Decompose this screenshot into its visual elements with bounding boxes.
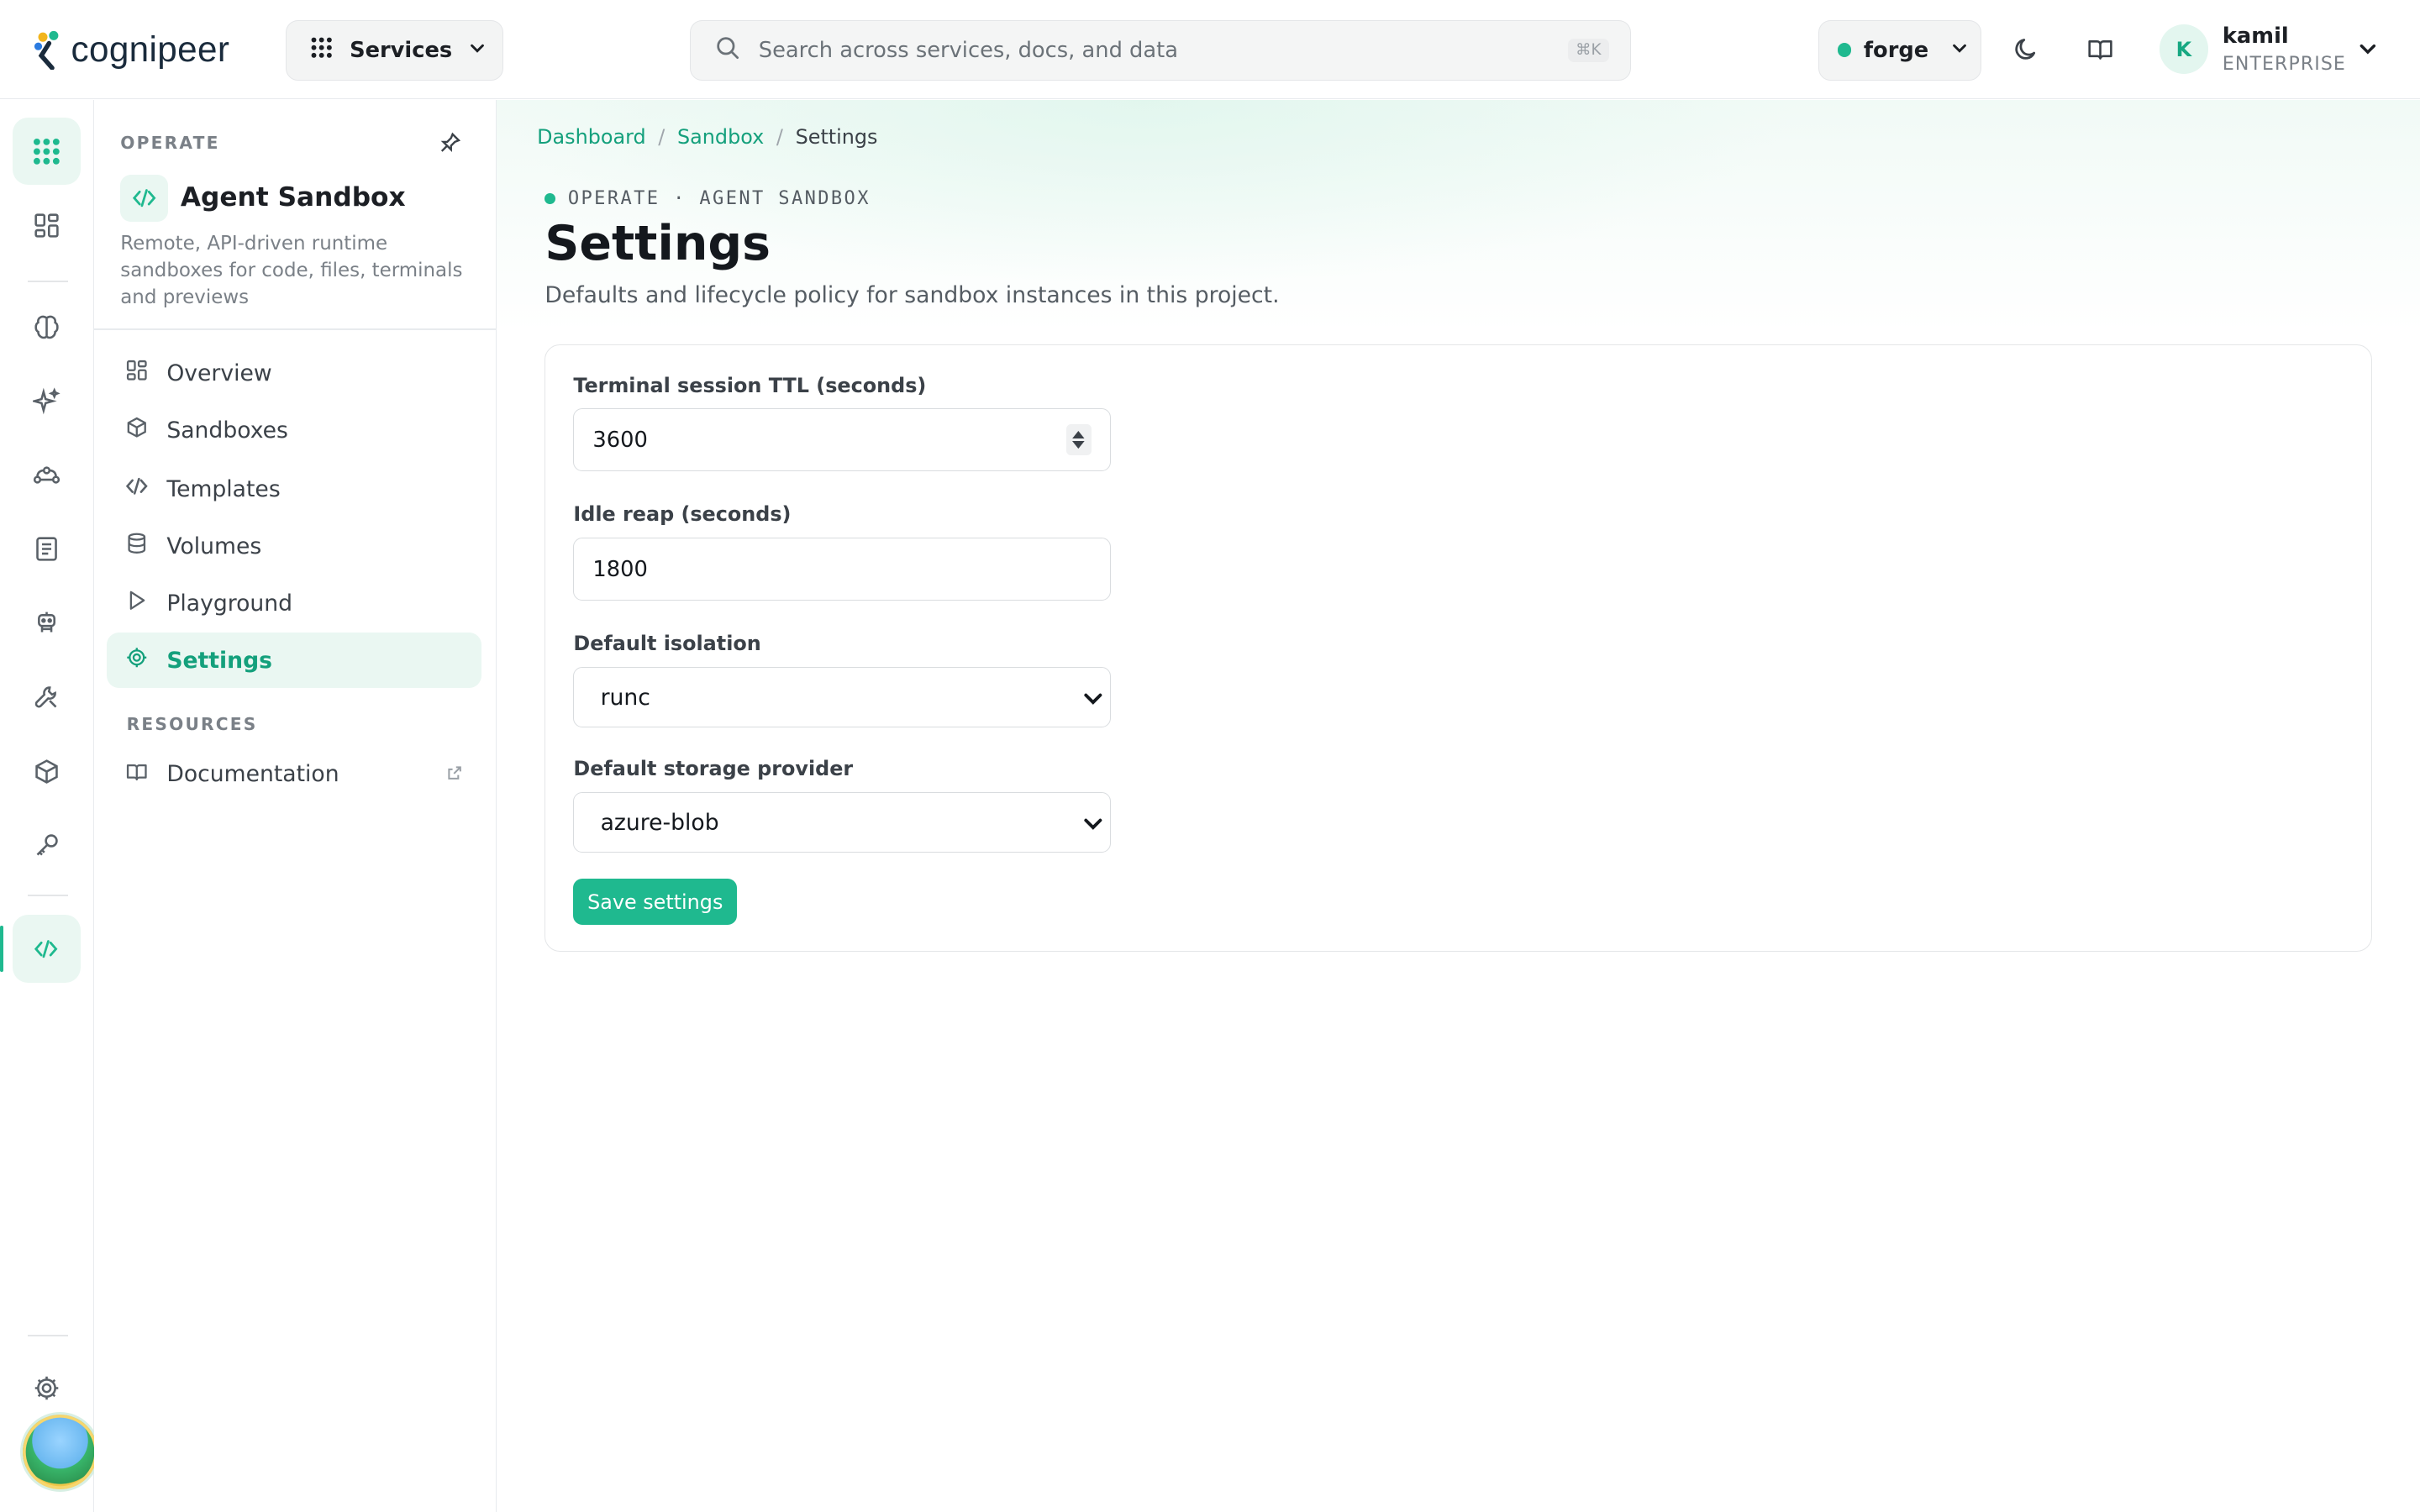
section-title: Agent Sandbox bbox=[180, 181, 406, 213]
nav-item-settings[interactable]: Settings bbox=[106, 633, 482, 689]
project-switcher[interactable]: forge bbox=[1818, 19, 1982, 81]
number-stepper-icon[interactable] bbox=[1066, 424, 1092, 455]
workspace-avatar-island-icon[interactable] bbox=[19, 1411, 101, 1493]
rail-dashboard-icon[interactable] bbox=[13, 192, 81, 260]
rail-divider bbox=[28, 281, 68, 283]
isolation-select[interactable]: runc bbox=[573, 667, 1111, 728]
rail-brain-icon[interactable] bbox=[13, 293, 81, 361]
pin-icon[interactable] bbox=[439, 131, 461, 160]
breadcrumb: Dashboard / Sandbox / Settings bbox=[537, 125, 877, 149]
rail-key-icon[interactable] bbox=[13, 811, 81, 879]
breadcrumb-current: Settings bbox=[795, 124, 878, 149]
section-sidebar: OPERATE Agent Sandbox Remote, API-driven… bbox=[94, 100, 497, 1512]
resources-label: RESOURCES bbox=[126, 714, 258, 735]
global-search[interactable]: Search across services, docs, and data ⌘… bbox=[690, 19, 1632, 81]
brand-name: cognipeer bbox=[71, 29, 230, 69]
nav-item-templates[interactable]: Templates bbox=[107, 461, 481, 517]
chevron-down-icon[interactable] bbox=[2357, 37, 2379, 66]
rail-robot-icon[interactable] bbox=[13, 590, 81, 658]
search-shortcut: ⌘K bbox=[1567, 38, 1609, 62]
search-input[interactable]: Search across services, docs, and data bbox=[759, 38, 1178, 63]
agent-sandbox-code-icon bbox=[120, 174, 169, 223]
breadcrumb-separator: / bbox=[776, 124, 783, 149]
rail-services-grid-icon[interactable] bbox=[12, 117, 81, 186]
breadcrumb-separator: / bbox=[658, 124, 666, 149]
chevron-down-icon bbox=[1950, 38, 1969, 63]
theme-toggle-moon-icon[interactable] bbox=[2008, 31, 2045, 68]
eyebrow-text: OPERATE · AGENT SANDBOX bbox=[567, 188, 871, 210]
rail-divider bbox=[28, 895, 68, 897]
search-icon bbox=[715, 35, 739, 66]
rail-tools-icon[interactable] bbox=[13, 664, 81, 732]
icon-rail bbox=[0, 100, 101, 1512]
nav-item-label: Playground bbox=[166, 590, 293, 617]
ttl-input[interactable]: 3600 bbox=[573, 407, 1111, 472]
user-name[interactable]: kamil bbox=[2223, 24, 2289, 49]
services-button[interactable]: Services bbox=[285, 19, 503, 81]
top-bar: cognipeer Services Search across service… bbox=[0, 0, 2420, 99]
nav-item-label: Overview bbox=[166, 360, 272, 386]
idle-reap-value: 1800 bbox=[592, 556, 648, 582]
rail-cube-icon[interactable] bbox=[13, 738, 81, 806]
nav-item-label: Documentation bbox=[166, 761, 339, 788]
storage-provider-select[interactable]: azure-blob bbox=[573, 792, 1111, 853]
rail-sparkles-icon[interactable] bbox=[13, 367, 81, 435]
grid-icon bbox=[309, 35, 334, 66]
project-status-dot bbox=[1837, 43, 1852, 57]
chevron-down-icon bbox=[1082, 688, 1104, 716]
nav-item-documentation[interactable]: Documentation bbox=[107, 747, 481, 802]
nav-item-volumes[interactable]: Volumes bbox=[107, 518, 481, 574]
nav-item-label: Settings bbox=[166, 647, 273, 674]
section-group-label: OPERATE bbox=[120, 132, 220, 153]
settings-form-card: Terminal session TTL (seconds) 3600 Idle… bbox=[544, 344, 2372, 953]
rail-divider bbox=[28, 1334, 68, 1336]
nav-item-label: Sandboxes bbox=[166, 417, 288, 444]
docs-book-icon[interactable] bbox=[2082, 31, 2119, 68]
ttl-label: Terminal session TTL (seconds) bbox=[573, 374, 927, 398]
logo-mark-icon bbox=[34, 29, 67, 71]
nav-item-overview[interactable]: Overview bbox=[107, 345, 481, 401]
eyebrow-status-dot bbox=[544, 193, 556, 204]
ttl-value: 3600 bbox=[592, 427, 648, 453]
chevron-down-icon bbox=[1082, 813, 1104, 841]
play-icon bbox=[125, 589, 149, 618]
cube-icon bbox=[125, 416, 149, 445]
nav-item-label: Volumes bbox=[166, 533, 262, 559]
code-icon bbox=[125, 475, 149, 504]
breadcrumb-sandbox[interactable]: Sandbox bbox=[677, 125, 764, 149]
rail-agent-sandbox-code-icon[interactable] bbox=[12, 915, 81, 983]
services-label: Services bbox=[350, 37, 453, 63]
isolation-value: runc bbox=[600, 684, 650, 711]
idle-reap-input[interactable]: 1800 bbox=[573, 538, 1111, 601]
gear-icon bbox=[125, 646, 149, 675]
save-settings-button[interactable]: Save settings bbox=[573, 879, 738, 926]
rail-settings-gear-icon[interactable] bbox=[13, 1355, 81, 1423]
rail-document-icon[interactable] bbox=[13, 515, 81, 583]
page-title: Settings bbox=[544, 216, 771, 272]
project-name: forge bbox=[1863, 37, 1929, 63]
book-icon bbox=[125, 760, 149, 790]
idle-reap-label: Idle reap (seconds) bbox=[573, 501, 792, 526]
nav-item-playground[interactable]: Playground bbox=[107, 575, 481, 631]
page-eyebrow: OPERATE · AGENT SANDBOX bbox=[544, 188, 871, 209]
chevron-down-icon bbox=[468, 38, 487, 63]
user-avatar[interactable]: K bbox=[2159, 24, 2209, 75]
overview-icon bbox=[125, 359, 149, 388]
breadcrumb-dashboard[interactable]: Dashboard bbox=[537, 125, 645, 149]
nav-item-sandboxes[interactable]: Sandboxes bbox=[107, 402, 481, 458]
section-divider bbox=[94, 328, 496, 331]
nav-item-label: Templates bbox=[166, 475, 281, 502]
storage-provider-label: Default storage provider bbox=[573, 756, 854, 780]
external-link-icon bbox=[446, 761, 463, 787]
database-icon bbox=[125, 532, 149, 561]
isolation-label: Default isolation bbox=[573, 632, 761, 656]
storage-provider-value: azure-blob bbox=[600, 809, 719, 836]
page-subtitle: Defaults and lifecycle policy for sandbo… bbox=[544, 282, 1280, 309]
rail-active-indicator bbox=[0, 926, 3, 973]
section-description: Remote, API-driven runtime sandboxes for… bbox=[120, 232, 463, 308]
main-content: Dashboard / Sandbox / Settings OPERATE ·… bbox=[497, 100, 2420, 1512]
cognipeer-logo[interactable]: cognipeer bbox=[34, 24, 229, 74]
user-tier: ENTERPRISE bbox=[2222, 54, 2346, 76]
rail-workflow-icon[interactable] bbox=[13, 441, 81, 509]
